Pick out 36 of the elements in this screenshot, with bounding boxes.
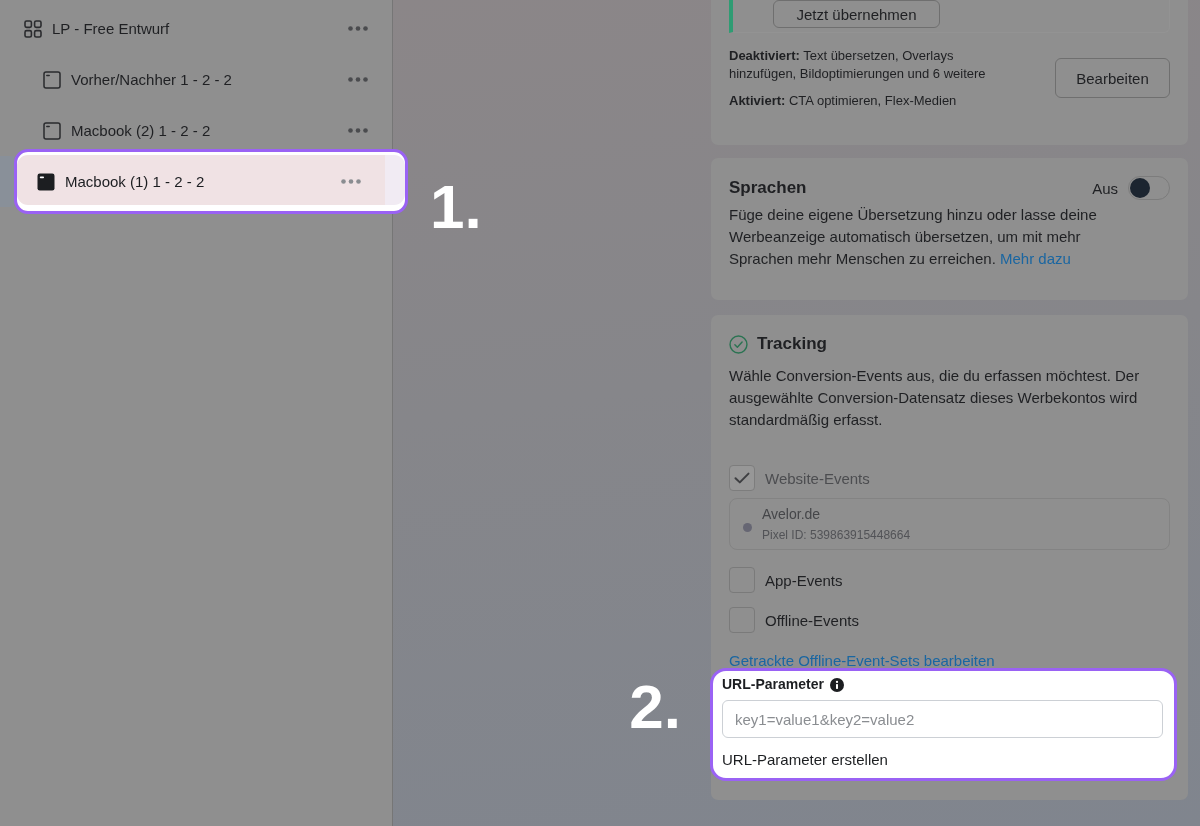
window-icon	[43, 70, 61, 89]
info-icon[interactable]	[829, 677, 844, 692]
checkmark-icon	[734, 472, 750, 484]
url-parameter-field[interactable]: key1=value1&key2=value2	[722, 700, 1163, 738]
edit-button[interactable]: Bearbeiten	[1055, 58, 1170, 98]
step-number: 2.	[629, 676, 681, 738]
sidebar-item[interactable]: Macbook (1) 1 - 2 - 2	[14, 149, 408, 214]
checkbox-label: App-Events	[765, 571, 843, 589]
more-icon[interactable]	[341, 179, 361, 184]
sidebar-item[interactable]: Vorher/Nachher 1 - 2 - 2	[0, 60, 392, 99]
more-icon[interactable]	[348, 128, 368, 133]
toggle-label: Aus	[1092, 179, 1118, 197]
sidebar-item[interactable]: Macbook (2) 1 - 2 - 2	[0, 111, 392, 150]
status-dot-icon	[743, 522, 752, 532]
check-circle-icon	[729, 334, 748, 354]
checkbox-label: Website-Events	[765, 469, 870, 487]
languages-description: Füge deine eigene Übersetzung hinzu oder lasse deine Werbeanzeige automatisch übersetzen, um mit mehr Sprachen mehr Menschen zu erreichen. Mehr dazu	[729, 205, 1098, 269]
tracking-description: Wähle Conversion-Events aus, die du erfassen möchtest. Der ausgewählte Conversion-Datensatz dieses Werbekontos wird standardmäßig erfasst.	[729, 366, 1141, 430]
apply-button[interactable]: Jetzt übernehmen	[773, 0, 940, 28]
step-number: 1.	[430, 176, 482, 238]
settings-summary: Aktiviert: CTA optimieren, Flex-Medien	[729, 92, 958, 110]
more-icon[interactable]	[348, 26, 368, 31]
sidebar-item[interactable]: LP - Free Entwurf	[0, 9, 392, 48]
pixel-id: Pixel ID: 539863915448664	[762, 526, 911, 544]
section-title: Sprachen	[729, 178, 808, 198]
more-icon[interactable]	[348, 77, 368, 82]
pixel-name: Avelor.de	[762, 504, 822, 523]
settings-summary: Deaktiviert: Text übersetzen, Overlays hinzufügen, Bildoptimierungen und 6 weitere	[729, 47, 987, 83]
window-icon	[37, 172, 55, 191]
toggle-switch[interactable]	[1128, 176, 1170, 200]
checkbox-label: Offline-Events	[765, 611, 859, 629]
window-icon	[43, 121, 61, 140]
grid-icon	[24, 19, 42, 38]
create-url-parameters-link[interactable]: URL-Parameter erstellen	[722, 751, 888, 769]
field-label: URL-Parameter	[722, 676, 824, 693]
section-title: Tracking	[757, 334, 828, 354]
